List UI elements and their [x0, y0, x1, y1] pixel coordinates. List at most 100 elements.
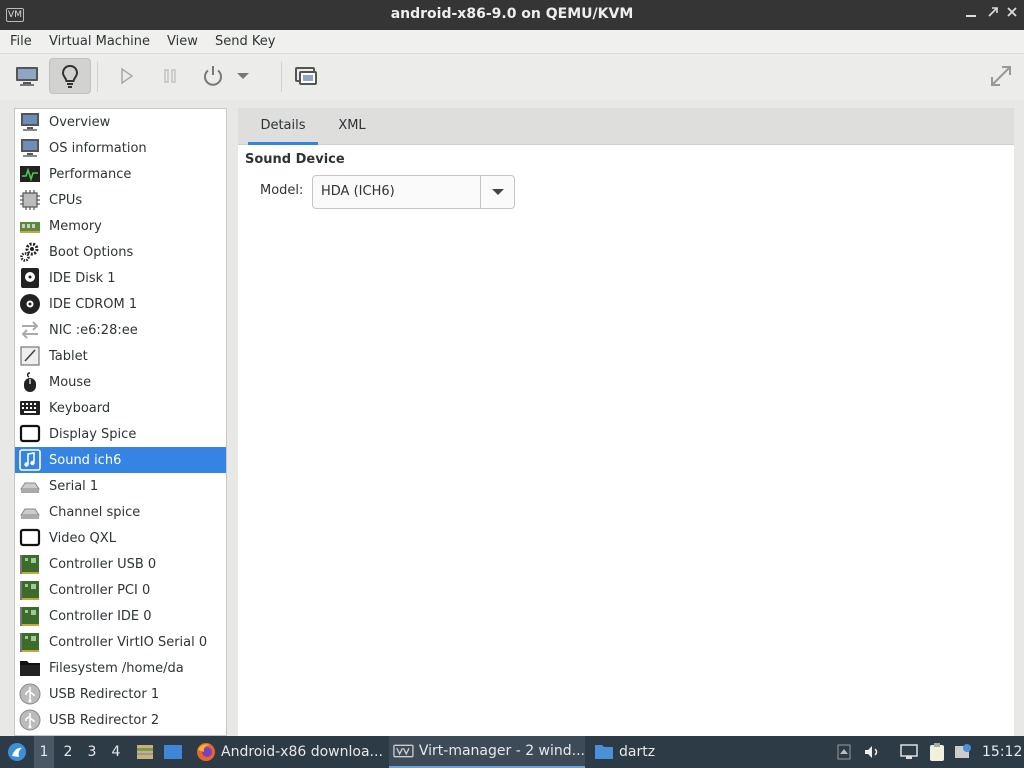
- display-icon: [17, 526, 43, 550]
- sidebar-item-label: Controller IDE 0: [49, 608, 152, 624]
- minimize-button[interactable]: [963, 6, 979, 22]
- sidebar-item-performance[interactable]: Performance: [15, 161, 226, 187]
- tablet-icon: [17, 344, 43, 368]
- tab-xml[interactable]: XML: [324, 108, 380, 145]
- virt-manager-icon: [393, 744, 414, 758]
- sidebar-item-nic[interactable]: NIC :e6:28:ee: [15, 317, 226, 343]
- volume-button[interactable]: [862, 736, 882, 768]
- task-virt-manager[interactable]: Virt-manager - 2 wind...: [389, 736, 585, 768]
- sidebar-item-label: Video QXL: [49, 530, 116, 546]
- performance-icon: [17, 162, 43, 186]
- hardware-list[interactable]: Overview OS information Performance CPUs…: [14, 108, 227, 736]
- pause-icon: [164, 69, 176, 83]
- sidebar-item-cpus[interactable]: CPUs: [15, 187, 226, 213]
- pause-button[interactable]: [149, 58, 191, 94]
- cpu-icon: [17, 188, 43, 212]
- sidebar-item-ide-disk-1[interactable]: IDE Disk 1: [15, 265, 226, 291]
- show-desktop-button[interactable]: [162, 736, 184, 768]
- sidebar-item-label: Tablet: [49, 348, 88, 364]
- menu-view[interactable]: View: [167, 34, 198, 49]
- start-menu-button[interactable]: [4, 736, 30, 768]
- sidebar-item-ide-cdrom-1[interactable]: IDE CDROM 1: [15, 291, 226, 317]
- sidebar-item-label: USB Redirector 2: [49, 712, 160, 728]
- file-manager-launcher[interactable]: [134, 736, 156, 768]
- network-icon: [900, 744, 918, 759]
- sidebar-item-tablet[interactable]: Tablet: [15, 343, 226, 369]
- workspace-4[interactable]: 4: [106, 736, 126, 768]
- lightbulb-icon: [61, 64, 79, 88]
- cdrom-icon: [17, 292, 43, 316]
- sidebar-item-channel-spice[interactable]: Channel spice: [15, 499, 226, 525]
- keyboard-icon: [17, 396, 43, 420]
- sidebar-item-sound-ich6[interactable]: Sound ich6: [15, 447, 226, 473]
- workspace-3[interactable]: 3: [82, 736, 102, 768]
- sidebar-item-keyboard[interactable]: Keyboard: [15, 395, 226, 421]
- arrow-up-icon: [837, 744, 851, 760]
- power-menu-button[interactable]: [231, 58, 255, 94]
- run-icon: [121, 67, 134, 85]
- power-button[interactable]: [192, 58, 234, 94]
- maximize-button[interactable]: [985, 6, 1001, 22]
- sound-icon: [17, 448, 43, 472]
- sidebar-item-label: Overview: [49, 114, 111, 130]
- sidebar-item-label: OS information: [49, 140, 147, 156]
- update-notifier-button[interactable]: [952, 736, 974, 768]
- sidebar-item-label: Memory: [49, 218, 102, 234]
- model-select[interactable]: HDA (ICH6): [312, 175, 515, 209]
- sidebar-item-usb-redirector-1[interactable]: USB Redirector 1: [15, 681, 226, 707]
- sidebar-item-controller-pci-0[interactable]: Controller PCI 0: [15, 577, 226, 603]
- sidebar-item-video-qxl[interactable]: Video QXL: [15, 525, 226, 551]
- network-button[interactable]: [898, 736, 920, 768]
- sidebar-item-filesystem[interactable]: Filesystem /home/da: [15, 655, 226, 681]
- sidebar-item-label: IDE Disk 1: [49, 270, 116, 286]
- fullscreen-button[interactable]: [980, 58, 1022, 94]
- sidebar-item-overview[interactable]: Overview: [15, 109, 226, 135]
- monitor-icon: [17, 110, 43, 134]
- controller-card-icon: [17, 552, 43, 576]
- sidebar-item-controller-virtio-serial-0[interactable]: Controller VirtIO Serial 0: [15, 629, 226, 655]
- sidebar-item-boot-options[interactable]: Boot Options: [15, 239, 226, 265]
- sidebar-item-os-information[interactable]: OS information: [15, 135, 226, 161]
- sidebar-item-label: NIC :e6:28:ee: [49, 322, 138, 338]
- sidebar-item-serial-1[interactable]: Serial 1: [15, 473, 226, 499]
- controller-card-icon: [17, 604, 43, 628]
- serial-icon: [17, 474, 43, 498]
- sidebar-item-label: Controller VirtIO Serial 0: [49, 634, 208, 650]
- sidebar-item-mouse[interactable]: Mouse: [15, 369, 226, 395]
- task-folder-dartz[interactable]: dartz: [590, 736, 680, 768]
- toolbar-separator: [97, 62, 98, 92]
- sidebar-item-label: Channel spice: [49, 504, 141, 520]
- dropdown-button[interactable]: [480, 176, 514, 208]
- clock[interactable]: 15:12: [982, 736, 1022, 768]
- task-firefox[interactable]: Android-x86 downloa...: [192, 736, 384, 768]
- tab-bar: Details XML: [238, 108, 1014, 145]
- sidebar-item-label: Display Spice: [49, 426, 137, 442]
- sidebar-item-usb-redirector-2[interactable]: USB Redirector 2: [15, 707, 226, 733]
- menu-bar: File Virtual Machine View Send Key: [0, 30, 1024, 54]
- sidebar-item-controller-ide-0[interactable]: Controller IDE 0: [15, 603, 226, 629]
- sidebar-item-memory[interactable]: Memory: [15, 213, 226, 239]
- menu-file[interactable]: File: [10, 34, 32, 49]
- controller-card-icon: [17, 578, 43, 602]
- sidebar-item-label: Mouse: [49, 374, 92, 390]
- screenshot-button[interactable]: [285, 58, 327, 94]
- menu-virtual-machine[interactable]: Virtual Machine: [49, 34, 150, 49]
- section-title: Sound Device: [245, 152, 345, 167]
- workspace-2[interactable]: 2: [58, 736, 78, 768]
- console-button[interactable]: [6, 58, 48, 94]
- sidebar-item-display-spice[interactable]: Display Spice: [15, 421, 226, 447]
- details-panel: Details XML Sound Device Model: HDA (ICH…: [238, 108, 1014, 736]
- menu-send-key[interactable]: Send Key: [215, 34, 275, 49]
- tab-details[interactable]: Details: [248, 108, 318, 145]
- clipboard-button[interactable]: [926, 736, 948, 768]
- chevron-down-icon: [237, 73, 249, 79]
- close-button[interactable]: [1004, 6, 1020, 22]
- sidebar-item-controller-usb-0[interactable]: Controller USB 0: [15, 551, 226, 577]
- gears-icon: [17, 240, 43, 264]
- details-button[interactable]: [49, 58, 91, 94]
- run-button[interactable]: [105, 58, 147, 94]
- volume-icon: [865, 746, 878, 758]
- tray-scroll-up[interactable]: [834, 736, 854, 768]
- workspace-1[interactable]: 1: [34, 736, 54, 768]
- clipboard-icon: [930, 743, 944, 761]
